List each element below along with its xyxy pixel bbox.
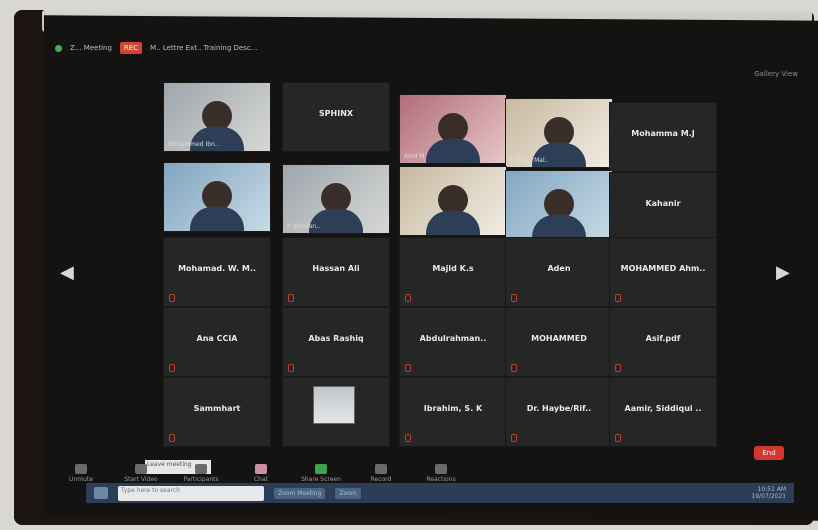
participant-name: Asif.pdf bbox=[645, 334, 681, 343]
muted-mic-icon bbox=[615, 364, 621, 372]
participant-name: Hassan Ali bbox=[312, 264, 360, 273]
participant-name: Sammhart bbox=[193, 404, 241, 413]
participant-tile[interactable]: MOHAMMED bbox=[505, 307, 613, 377]
participant-name: Abdulrahman.. bbox=[419, 334, 487, 343]
muted-mic-icon bbox=[169, 364, 175, 372]
participant-name: Mohamad. W. M.. bbox=[178, 264, 256, 273]
participant-name: Kahanir bbox=[645, 199, 681, 208]
participant-tile[interactable]: Ana CCIA bbox=[163, 307, 271, 377]
next-page-icon[interactable]: ▶ bbox=[776, 262, 790, 283]
muted-mic-icon bbox=[405, 364, 411, 372]
muted-mic-icon bbox=[405, 434, 411, 442]
participant-name: Abid M bbox=[404, 153, 425, 160]
window-title: Z... Meeting bbox=[70, 44, 112, 52]
participant-name: MOHAMMED Ahm.. bbox=[620, 264, 706, 273]
participant-tile[interactable]: Abas Rashiq bbox=[282, 307, 390, 377]
meeting-top-bar: Z... Meeting REC M.. Lettre Ext.. Traini… bbox=[55, 38, 795, 58]
participant-name: SPHINX bbox=[318, 109, 354, 118]
muted-mic-icon bbox=[511, 294, 517, 302]
mic-icon bbox=[75, 463, 87, 474]
participant-tile[interactable] bbox=[399, 166, 507, 236]
taskbar-item[interactable]: Zoom Meeting bbox=[274, 487, 326, 499]
participant-tile[interactable]: Majid K.s bbox=[399, 237, 507, 307]
participant-tile[interactable]: Aden bbox=[505, 237, 613, 307]
participant-name: Abas Rashiq bbox=[308, 334, 364, 343]
security-icon[interactable] bbox=[55, 44, 62, 52]
participant-tile[interactable]: Asif.pdf bbox=[609, 307, 717, 377]
muted-mic-icon bbox=[615, 294, 621, 302]
participant-tile[interactable]: Mohammed Ibn.. bbox=[163, 82, 271, 152]
participant-name: Aden bbox=[547, 264, 571, 273]
participant-tile[interactable]: P. Brian Mal.. bbox=[505, 98, 613, 168]
recording-badge[interactable]: REC bbox=[119, 42, 143, 54]
participant-tile[interactable]: SPHINX bbox=[282, 82, 390, 152]
record-icon bbox=[375, 463, 387, 474]
participants-button[interactable]: Participants bbox=[180, 463, 222, 483]
muted-mic-icon bbox=[511, 434, 517, 442]
photo-background: Z... Meeting REC M.. Lettre Ext.. Traini… bbox=[0, 0, 818, 530]
participant-tile[interactable]: Abdulrahman.. bbox=[399, 307, 507, 377]
camera-icon bbox=[135, 463, 147, 474]
participant-name: Aamir, Siddiqui .. bbox=[624, 404, 702, 413]
reaction-icon bbox=[435, 463, 447, 474]
participant-tile[interactable]: Abid M bbox=[399, 94, 507, 164]
start-icon[interactable] bbox=[94, 487, 108, 499]
participant-name: Majid K.s bbox=[432, 264, 474, 273]
participant-name: Ibrahim, S. K bbox=[423, 404, 483, 413]
participant-tile[interactable]: Mohamma M.J bbox=[609, 102, 717, 172]
chat-icon bbox=[255, 463, 267, 474]
participant-name: P. Brian Mal.. bbox=[510, 157, 549, 164]
muted-mic-icon bbox=[169, 294, 175, 302]
participant-tile[interactable]: MOHAMMED Ahm.. bbox=[609, 237, 717, 307]
video-button[interactable]: Start Video bbox=[120, 463, 162, 483]
muted-mic-icon bbox=[405, 294, 411, 302]
share-screen-button[interactable]: Share Screen bbox=[300, 463, 342, 483]
participant-tile[interactable]: Dr. Haybe/Rif.. bbox=[505, 377, 613, 447]
people-icon bbox=[195, 463, 207, 474]
meeting-label: M.. Lettre Ext.. Training Desc... bbox=[150, 44, 258, 52]
record-button[interactable]: Record bbox=[360, 463, 402, 483]
muted-mic-icon bbox=[169, 434, 175, 442]
participant-name: Mohamma M.J bbox=[631, 129, 695, 138]
taskbar-search[interactable]: Type here to search bbox=[118, 485, 264, 501]
participant-name: Ana CCIA bbox=[196, 334, 238, 343]
gallery-view: Mohammed Ibn.. SPHINX Abid M P. Brian Ma… bbox=[163, 82, 717, 452]
participant-tile[interactable]: Sammhart bbox=[163, 377, 271, 447]
participant-name: Dr. Haybe/Rif.. bbox=[526, 404, 592, 413]
reactions-button[interactable]: Reactions bbox=[420, 463, 462, 483]
profile-photo bbox=[313, 386, 355, 424]
windows-taskbar: Type here to search Zoom Meeting Zoom 10… bbox=[86, 483, 794, 503]
participant-tile[interactable]: P. Whelan.. bbox=[282, 164, 390, 234]
participant-name: P. Whelan.. bbox=[287, 223, 320, 230]
participant-tile[interactable] bbox=[505, 170, 613, 240]
participant-tile[interactable]: Ibrahim, S. K bbox=[399, 377, 507, 447]
system-clock: 10:51 AM 19/07/2021 bbox=[751, 486, 786, 500]
participant-tile[interactable]: Kahanir bbox=[609, 172, 717, 242]
participant-tile[interactable] bbox=[163, 162, 271, 232]
unmute-button[interactable]: Unmute bbox=[60, 463, 102, 483]
participant-tile[interactable]: Hassan Ali bbox=[282, 237, 390, 307]
previous-page-icon[interactable]: ◀ bbox=[60, 262, 74, 283]
taskbar-item[interactable]: Zoom bbox=[335, 487, 361, 499]
chat-button[interactable]: Chat bbox=[240, 463, 282, 483]
participant-tile[interactable] bbox=[282, 377, 390, 447]
participant-tile[interactable]: Mohamad. W. M.. bbox=[163, 237, 271, 307]
participant-name: Mohammed Ibn.. bbox=[168, 141, 219, 148]
muted-mic-icon bbox=[288, 294, 294, 302]
participant-tile[interactable]: Aamir, Siddiqui .. bbox=[609, 377, 717, 447]
view-toggle[interactable]: Gallery View bbox=[754, 70, 798, 78]
share-screen-icon bbox=[315, 463, 327, 474]
muted-mic-icon bbox=[288, 364, 294, 372]
participant-name: MOHAMMED bbox=[531, 334, 587, 343]
muted-mic-icon bbox=[615, 434, 621, 442]
muted-mic-icon bbox=[511, 364, 517, 372]
